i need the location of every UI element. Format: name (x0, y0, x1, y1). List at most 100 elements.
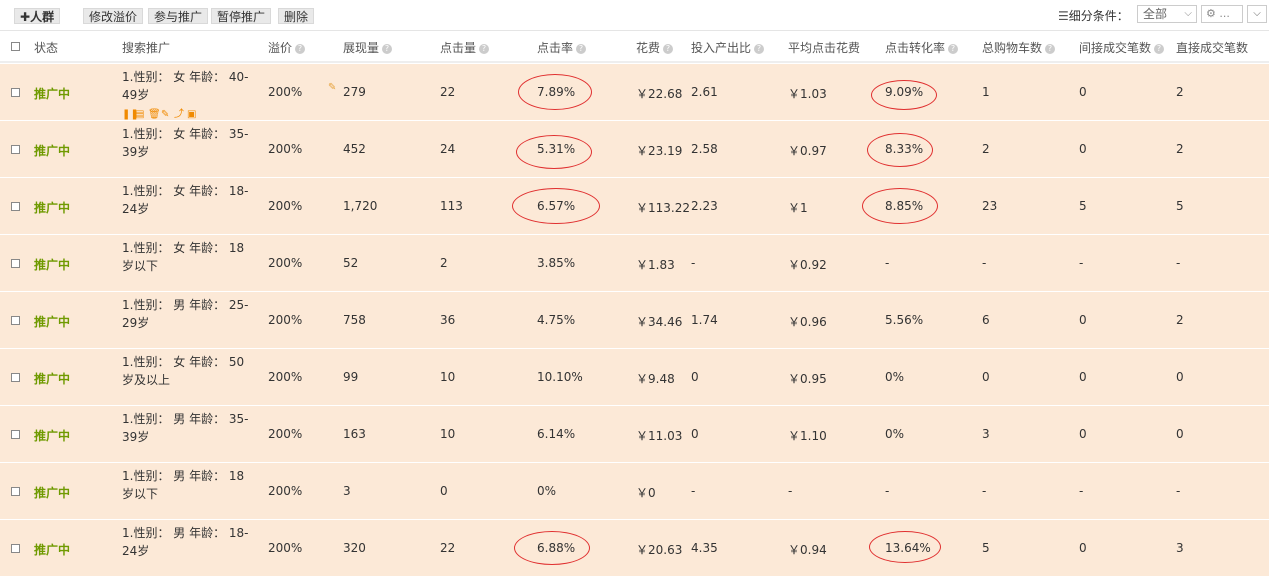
header-cvr[interactable]: 点击转化率? (885, 39, 959, 56)
header-target: 搜索推广 (122, 41, 171, 55)
cell-indirect: 0 (1079, 142, 1087, 156)
target-description: 1.性别： 男 年龄： 18岁以下 (122, 469, 245, 501)
header-cpc[interactable]: 平均点击花费 (788, 39, 860, 56)
help-icon: ? (479, 43, 490, 54)
cell-cart: - (982, 484, 987, 498)
cell-ctr: 0% (537, 484, 557, 498)
cell-premium: 200% (268, 484, 303, 498)
row-checkbox[interactable] (11, 373, 20, 382)
cell-cost: ￥1.83 (636, 258, 675, 272)
edit-premium-icon[interactable]: ✎ (328, 82, 336, 93)
target-description: 1.性别： 男 年龄： 35-39岁 (122, 412, 249, 444)
header-ctr[interactable]: 点击率? (537, 39, 587, 56)
delete-button[interactable]: 删除 (278, 8, 315, 24)
pause-icon[interactable]: ❚❚ (122, 110, 139, 120)
status-label[interactable]: 推广中 (34, 313, 70, 330)
cell-premium: 200% (268, 541, 303, 555)
filter-select[interactable]: 全部 ⌵ (1137, 5, 1197, 23)
header-cost[interactable]: 花费? (636, 39, 674, 56)
join-promotion-button[interactable]: 参与推广 (148, 8, 209, 24)
header-roi[interactable]: 投入产出比? (691, 39, 765, 56)
row-checkbox[interactable] (11, 145, 20, 154)
target-description: 1.性别： 女 年龄： 40-49岁 (122, 70, 249, 102)
header-cart[interactable]: 总购物车数? (982, 39, 1056, 56)
trash-icon[interactable]: 🗑 (148, 110, 161, 120)
cell-impressions: 279 (343, 85, 366, 99)
cell-cost: ￥20.63 (636, 543, 683, 557)
cell-cart: 0 (982, 370, 990, 384)
cell-clicks: 36 (440, 313, 456, 327)
pencil-icon[interactable]: ✎ (161, 110, 171, 120)
cell-premium: 200% (268, 199, 303, 213)
row-checkbox[interactable] (11, 316, 20, 325)
cell-indirect: 5 (1079, 199, 1087, 213)
header-direct[interactable]: 直接成交笔数 (1176, 39, 1248, 56)
cell-cvr: - (885, 484, 890, 498)
row-checkbox[interactable] (11, 430, 20, 439)
cell-direct: - (1176, 256, 1181, 270)
table-row: 推广中 1.性别： 女 年龄： 40-49岁 ❚❚▤ 🗑✎ ⤴ ▣ ✎ 200% 279 22 7.… (0, 64, 1269, 121)
cell-impressions: 758 (343, 313, 366, 327)
cell-indirect: - (1079, 484, 1084, 498)
status-label[interactable]: 推广中 (34, 256, 70, 273)
cell-impressions: 3 (343, 484, 351, 498)
status-label[interactable]: 推广中 (34, 85, 70, 102)
target-description: 1.性别： 男 年龄： 25-29岁 (122, 298, 249, 330)
copy-icon[interactable]: ▣ (187, 110, 197, 120)
cell-cpc: ￥1.10 (788, 429, 827, 443)
cell-cost: ￥11.03 (636, 429, 683, 443)
cell-cost: ￥23.19 (636, 144, 683, 158)
row-checkbox[interactable] (11, 259, 20, 268)
help-icon: ? (1045, 43, 1056, 54)
row-checkbox[interactable] (11, 544, 20, 553)
cell-cart: 3 (982, 427, 990, 441)
target-description: 1.性别： 女 年龄： 18岁以下 (122, 241, 245, 273)
highlight-circle (862, 188, 938, 224)
highlight-circle (512, 188, 600, 224)
target-description: 1.性别： 女 年龄： 50岁及以上 (122, 355, 245, 387)
settings-button[interactable]: ⚙ ... (1201, 5, 1243, 23)
highlight-circle (869, 531, 941, 563)
row-checkbox[interactable] (11, 487, 20, 496)
cell-indirect: - (1079, 256, 1084, 270)
expand-button[interactable]: ⌵ (1247, 5, 1267, 23)
cell-premium: 200% (268, 427, 303, 441)
status-label[interactable]: 推广中 (34, 199, 70, 216)
status-label[interactable]: 推广中 (34, 541, 70, 558)
header-premium[interactable]: 溢价? (268, 39, 306, 56)
cell-cvr: 5.56% (885, 313, 924, 327)
status-label[interactable]: 推广中 (34, 484, 70, 501)
cell-cpc: - (788, 484, 793, 498)
cell-ctr: 3.85% (537, 256, 576, 270)
header-impressions[interactable]: 展现量? (343, 39, 393, 56)
header-clicks[interactable]: 点击量? (440, 39, 490, 56)
cell-roi: 4.35 (691, 541, 718, 555)
header-indirect[interactable]: 间接成交笔数? (1079, 39, 1165, 56)
status-label[interactable]: 推广中 (34, 427, 70, 444)
pause-promotion-button[interactable]: 暂停推广 (211, 8, 272, 24)
add-crowd-button[interactable]: ✚人群 (14, 8, 61, 24)
status-label[interactable]: 推广中 (34, 142, 70, 159)
row-checkbox[interactable] (11, 202, 20, 211)
cell-impressions: 163 (343, 427, 366, 441)
modify-premium-button[interactable]: 修改溢价 (83, 8, 144, 24)
cell-direct: 2 (1176, 313, 1184, 327)
cell-indirect: 0 (1079, 85, 1087, 99)
report-icon[interactable]: ▤ (135, 110, 145, 120)
cell-impressions: 99 (343, 370, 359, 384)
cell-indirect: 0 (1079, 427, 1087, 441)
cell-cpc: ￥1.03 (788, 87, 827, 101)
cell-direct: 3 (1176, 541, 1184, 555)
table-row: 推广中 1.性别： 女 年龄： 18-24岁 200% 1,720 113 6.57% ￥1… (0, 178, 1269, 235)
table-row: 推广中 1.性别： 女 年龄： 50岁及以上 200% 99 10 10.10% ￥9.48… (0, 349, 1269, 406)
status-label[interactable]: 推广中 (34, 370, 70, 387)
cell-premium: 200% (268, 370, 303, 384)
select-all-checkbox[interactable] (11, 42, 20, 51)
cell-direct: 2 (1176, 85, 1184, 99)
row-checkbox[interactable] (11, 88, 20, 97)
trend-icon[interactable]: ⤴ (174, 110, 184, 120)
cell-roi: 2.61 (691, 85, 718, 99)
cell-roi: - (691, 484, 696, 498)
target-description: 1.性别： 女 年龄： 18-24岁 (122, 184, 249, 216)
cell-cost: ￥9.48 (636, 372, 675, 386)
